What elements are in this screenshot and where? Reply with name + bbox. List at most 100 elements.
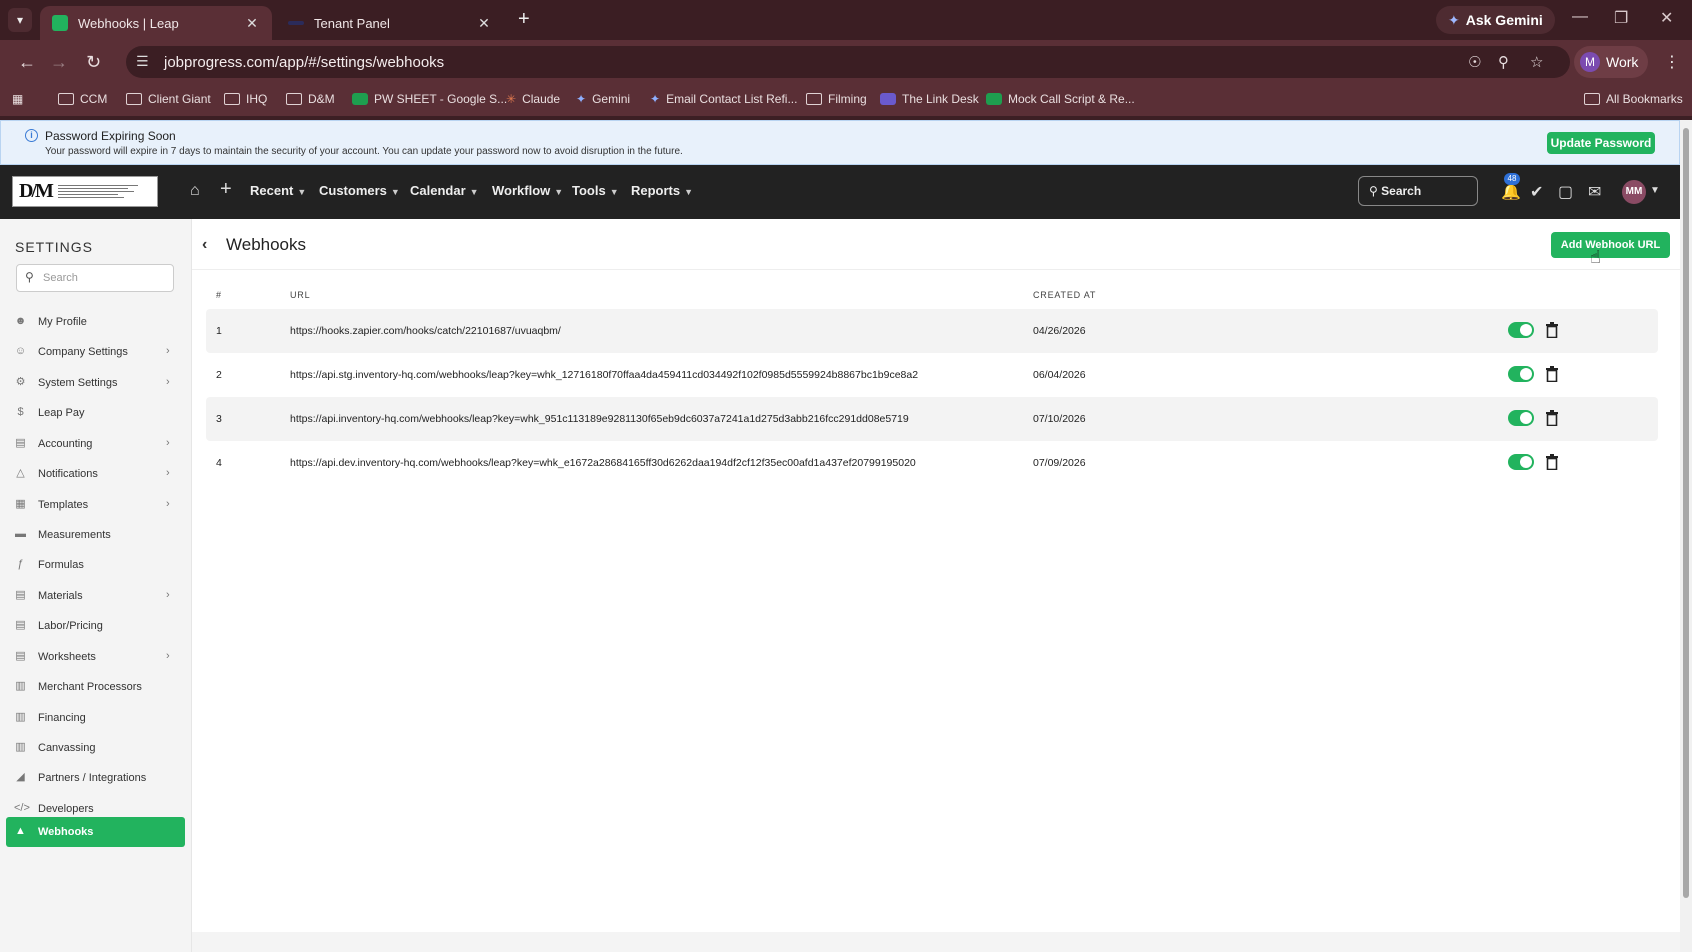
all-bookmarks[interactable]: All Bookmarks	[1584, 92, 1683, 106]
bookmark-claude[interactable]: ✳ Claude	[506, 92, 560, 106]
chevron-down-icon[interactable]: ▼	[1650, 185, 1660, 196]
sidebar-item-merchant-processors[interactable]: ▥ Merchant Processors	[6, 672, 185, 702]
browser-menu-icon[interactable]: ⋮	[1664, 52, 1680, 72]
sidebar-item-templates[interactable]: ▦ Templates ›	[6, 490, 185, 520]
row-created-at: 07/09/2026	[1033, 457, 1086, 469]
sidebar-item-measurements[interactable]: ▬ Measurements	[6, 520, 185, 550]
sidebar-item-worksheets[interactable]: ▤ Worksheets ›	[6, 642, 185, 672]
check-circle-icon[interactable]: ✔	[1530, 182, 1543, 202]
page-title: Webhooks	[226, 235, 307, 254]
sidebar-item-label: Accounting	[38, 438, 93, 450]
nav-customers[interactable]: Customers ▼	[319, 183, 400, 198]
sidebar-item-materials[interactable]: ▤ Materials ›	[6, 581, 185, 611]
new-tab-icon[interactable]: +	[518, 8, 530, 31]
page-scrollbar[interactable]	[1680, 120, 1692, 952]
bookmark-pw-sheet[interactable]: PW SHEET - Google S...	[352, 92, 507, 106]
bookmark-filming[interactable]: Filming	[806, 92, 867, 106]
forward-arrow-icon[interactable]: →	[50, 52, 68, 73]
trash-icon[interactable]	[1545, 322, 1559, 338]
bookmark-client-giant[interactable]: Client Giant	[126, 92, 211, 106]
profile-chip[interactable]: M Work	[1574, 46, 1649, 78]
bookmark-label: Gemini	[592, 92, 631, 106]
tab-list-icon[interactable]: ▾	[8, 8, 32, 32]
sidebar-item-label: Materials	[38, 590, 83, 602]
trash-icon[interactable]	[1545, 454, 1559, 470]
sidebar-item-company-settings[interactable]: ☺ Company Settings ›	[6, 337, 185, 367]
sidebar-item-canvassing[interactable]: ▥ Canvassing	[6, 733, 185, 763]
back-chevron-icon[interactable]: ‹	[202, 236, 207, 254]
close-icon[interactable]: ✕	[244, 15, 260, 32]
add-webhook-url-button[interactable]: Add Webhook URL	[1551, 232, 1670, 258]
sidebar-item-system-settings[interactable]: ⚙ System Settings ›	[6, 368, 185, 398]
back-arrow-icon[interactable]: ←	[18, 52, 36, 73]
sidebar-item-accounting[interactable]: ▤ Accounting ›	[6, 429, 185, 459]
sidebar-item-label: Webhooks	[38, 826, 94, 838]
sidebar-item-notifications[interactable]: △ Notifications ›	[6, 459, 185, 489]
alert-message: Your password will expire in 7 days to m…	[45, 146, 683, 157]
enabled-toggle[interactable]	[1508, 322, 1534, 338]
row-url: https://api.dev.inventory-hq.com/webhook…	[290, 457, 916, 469]
nav-calendar[interactable]: Calendar ▼	[410, 183, 479, 198]
sidebar-item-label: Templates	[38, 499, 89, 511]
plus-icon[interactable]: +	[220, 178, 232, 201]
trash-icon[interactable]	[1545, 410, 1559, 426]
bookmark-link-desk[interactable]: The Link Desk	[880, 92, 979, 106]
nav-tools[interactable]: Tools ▼	[572, 183, 619, 198]
bookmark-label: D&M	[308, 92, 335, 106]
trash-icon[interactable]	[1545, 366, 1559, 382]
bookmark-gemini[interactable]: ✦ Gemini	[576, 92, 630, 106]
zoom-icon[interactable]: ⚲	[1498, 53, 1509, 71]
link-desk-icon	[880, 93, 896, 105]
update-password-button[interactable]: Update Password	[1547, 132, 1655, 154]
sidebar-item-leap-pay[interactable]: $ Leap Pay	[6, 398, 185, 428]
close-icon[interactable]: ✕	[476, 15, 492, 32]
sidebar-item-labor-pricing[interactable]: ▤ Labor/Pricing	[6, 611, 185, 641]
bookmark-ihq[interactable]: IHQ	[224, 92, 267, 106]
window-close-icon[interactable]: ✕	[1660, 8, 1673, 28]
bell-icon[interactable]: 🔔	[1501, 182, 1521, 202]
bookmark-email-list[interactable]: ✦ Email Contact List Refi...	[650, 92, 797, 106]
enabled-toggle[interactable]	[1508, 410, 1534, 426]
bookmark-star-icon[interactable]: ☆	[1530, 53, 1543, 71]
tab-tenant-panel[interactable]: Tenant Panel ✕	[276, 6, 504, 40]
chat-icon[interactable]: ▢	[1558, 182, 1573, 202]
user-avatar[interactable]: MM	[1622, 180, 1646, 204]
sidebar-search-input[interactable]: ⚲ Search	[16, 264, 174, 292]
bell-icon: △	[16, 467, 25, 479]
sidebar-item-financing[interactable]: ▥ Financing	[6, 703, 185, 733]
reload-icon[interactable]: ↻	[86, 52, 101, 73]
claude-icon: ✳	[506, 92, 517, 106]
minimize-icon[interactable]: —	[1572, 8, 1588, 26]
restore-icon[interactable]: ❐	[1614, 8, 1628, 28]
bookmark-mock-call[interactable]: Mock Call Script & Re...	[986, 92, 1135, 106]
chevron-right-icon: ›	[166, 467, 170, 479]
nav-workflow[interactable]: Workflow ▼	[492, 183, 563, 198]
app-top-nav: D/M ⌂ + Recent ▼ Customers ▼ Calendar ▼ Wor…	[0, 165, 1680, 219]
tracking-off-icon[interactable]: ☉	[1468, 53, 1481, 71]
omnibox[interactable]: ☰ jobprogress.com/app/#/settings/webhook…	[126, 46, 1570, 78]
nav-recent[interactable]: Recent ▼	[250, 183, 306, 198]
bookmark-dm[interactable]: D&M	[286, 92, 335, 106]
url-text[interactable]: jobprogress.com/app/#/settings/webhooks	[164, 54, 444, 71]
nav-label: Reports	[631, 183, 681, 198]
apps-grid-icon[interactable]: ▦	[12, 92, 23, 106]
web-page: i Password Expiring Soon Your password w…	[0, 120, 1680, 952]
enabled-toggle[interactable]	[1508, 454, 1534, 470]
ask-gemini-button[interactable]: ✦ Ask Gemini	[1436, 6, 1555, 34]
enabled-toggle[interactable]	[1508, 366, 1534, 382]
sidebar-item-webhooks[interactable]: ▲ Webhooks	[6, 817, 185, 847]
mail-icon[interactable]: ✉	[1588, 182, 1601, 202]
nav-reports[interactable]: Reports ▼	[631, 183, 693, 198]
sidebar-item-my-profile[interactable]: ☻ My Profile	[6, 307, 185, 337]
site-info-icon[interactable]: ☰	[136, 53, 149, 70]
tab-webhooks[interactable]: Webhooks | Leap ✕	[40, 6, 272, 40]
scrollbar-thumb[interactable]	[1683, 128, 1689, 898]
sidebar-item-formulas[interactable]: ƒ Formulas	[6, 550, 185, 580]
sidebar-item-partners-integrations[interactable]: ◢ Partners / Integrations	[6, 763, 185, 793]
bookmark-label: Claude	[522, 92, 561, 106]
home-icon[interactable]: ⌂	[190, 182, 200, 200]
global-search[interactable]: ⚲ Search	[1358, 176, 1478, 206]
alert-title: Password Expiring Soon	[45, 129, 176, 143]
company-logo[interactable]: D/M	[12, 176, 158, 207]
bookmark-ccm[interactable]: CCM	[58, 92, 107, 106]
